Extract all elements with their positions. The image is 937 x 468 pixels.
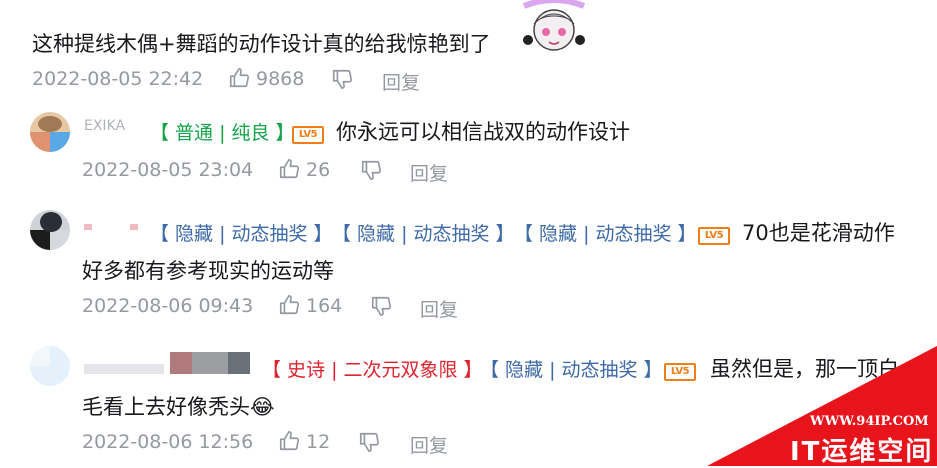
watermark-url: WWW.94IP.COM [810,414,929,429]
like-count: 26 [306,159,331,181]
reply-text-continued: 毛看上去好像秃头😂 [82,395,275,419]
reply-date: 2022-08-06 12:56 [82,431,254,453]
reply-date: 2022-08-05 23:04 [82,159,254,181]
like-icon[interactable] [278,158,300,180]
fan-tag: 【 隐藏 | 动态抽奖 】 [150,223,333,245]
dislike-icon[interactable] [331,68,353,90]
fan-tag: 【 隐藏 | 动态抽奖 】 [480,359,663,381]
reply-button[interactable]: 回复 [410,159,448,186]
avatar[interactable] [30,112,70,152]
level-badge: LV5 [698,223,730,245]
reply-text: 虽然但是，那一顶白 [710,357,899,381]
anime-sticker-image [518,0,590,56]
avatar[interactable] [30,210,70,250]
comment-text: 这种提线木偶+舞蹈的动作设计真的给我惊艳到了 [32,32,491,56]
reply-text-continued: 好多都有参考现实的运动等 [82,259,334,283]
like-count: 9868 [256,68,305,90]
like-count: 12 [306,431,331,453]
dislike-icon[interactable] [358,431,380,453]
watermark-brand: IT运维空间 [790,437,934,467]
fan-tag: 【 隐藏 | 动态抽奖 】 [332,223,515,245]
like-count: 164 [306,295,343,317]
level-badge: LV5 [664,359,696,381]
reply-text: 你永远可以相信战双的动作设计 [336,120,630,144]
like-icon[interactable] [278,294,300,316]
fan-tag: 【 普通 | 纯良 】 [150,122,295,144]
username-blurred[interactable] [84,222,144,232]
fan-tag: 【 隐藏 | 动态抽奖 】 [514,223,697,245]
avatar[interactable] [30,346,70,386]
dislike-icon[interactable] [360,159,382,181]
reply-button[interactable]: 回复 [382,68,420,95]
reply-date: 2022-08-06 09:43 [82,295,254,317]
reply-text: 70也是花滑动作 [742,221,895,245]
dislike-icon[interactable] [370,295,392,317]
like-icon[interactable] [228,67,250,89]
reply-button[interactable]: 回复 [420,295,458,322]
fan-tag: 【 史诗 | 二次元双象限 】 [262,359,483,381]
reply-button[interactable]: 回复 [410,431,448,458]
username-blurred[interactable] [84,352,250,374]
like-icon[interactable] [278,430,300,452]
comment-date: 2022-08-05 22:42 [32,68,204,90]
level-badge: LV5 [292,122,324,144]
username[interactable]: EXIKA [84,118,125,134]
